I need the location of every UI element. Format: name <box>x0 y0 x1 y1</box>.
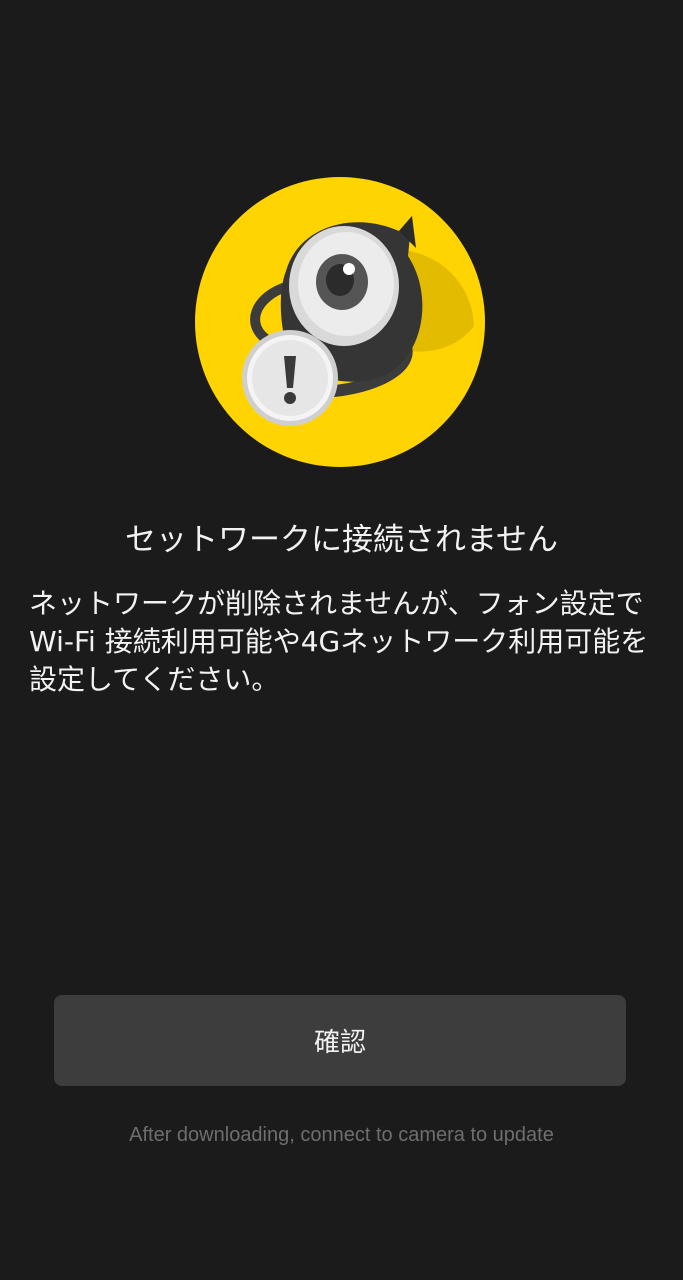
disconnected-camera-alert-icon <box>195 177 485 467</box>
update-hint: After downloading, connect to camera to … <box>129 1124 554 1146</box>
dialog-title: セットワークに接続されません <box>124 522 559 558</box>
dialog-message: ネットワークが削除されませんが、フォン設定でWi-Fi 接続利用可能や4Gネット… <box>29 587 649 696</box>
confirm-button[interactable]: 確認 <box>54 995 626 1086</box>
disconnected-camera-illustration <box>194 176 486 468</box>
confirm-button-label: 確認 <box>313 1028 366 1058</box>
